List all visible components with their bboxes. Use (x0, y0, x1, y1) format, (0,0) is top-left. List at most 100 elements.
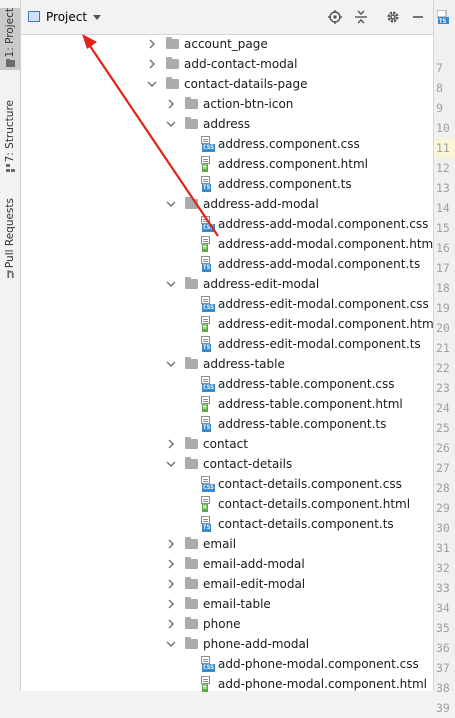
css-file-icon: CSS (201, 216, 215, 232)
tree-row[interactable]: phone (165, 614, 241, 634)
tree-row[interactable]: contact-details (165, 454, 292, 474)
tree-row[interactable]: email-add-modal (165, 554, 305, 574)
tree-row[interactable]: email (165, 534, 236, 554)
chevron-down-icon[interactable] (165, 118, 177, 130)
tree-row[interactable]: TS address-add-modal.component.ts (201, 254, 420, 274)
chevron-right-icon[interactable] (165, 558, 177, 570)
tree-item-label: address-edit-modal.component.html (218, 317, 438, 331)
sidebar-tab-structure[interactable]: 7: Structure (0, 100, 20, 176)
tree-row[interactable]: CSS add-phone-modal.component.css (201, 654, 419, 674)
chevron-down-icon[interactable] (165, 278, 177, 290)
line-number: 16 (436, 241, 450, 255)
chevron-down-icon[interactable] (165, 358, 177, 370)
tree-item-label: address-add-modal.component.css (218, 217, 429, 231)
tree-row[interactable]: CSS address-edit-modal.component.css (201, 294, 429, 314)
chevron-right-icon[interactable] (146, 38, 158, 50)
tree-row[interactable]: TS contact-details.component.ts (201, 514, 394, 534)
line-number: 11 (434, 138, 455, 158)
tree-row[interactable]: TS address-edit-modal.component.ts (201, 334, 421, 354)
line-number: 33 (436, 581, 450, 595)
css-file-icon: CSS (201, 376, 215, 392)
tree-item-label: address-edit-modal.component.ts (218, 337, 421, 351)
ts-file-icon: TS (201, 516, 215, 532)
editor-gutter: TS 7 8 9 10 11 12 13 14 15 16 17 18 19 20 21 22 23 24 25 26… (433, 0, 455, 715)
folder-icon (185, 597, 198, 609)
tree-row[interactable]: TS address.component.ts (201, 174, 352, 194)
folder-icon (185, 537, 198, 549)
line-number: 20 (436, 321, 450, 335)
tree-row[interactable]: CSS address-table.component.css (201, 374, 394, 394)
pull-request-icon (6, 270, 14, 279)
tree-row[interactable]: account_page (146, 34, 268, 54)
tree-row[interactable]: address-edit-modal (165, 274, 319, 294)
folder-icon (185, 617, 198, 629)
chevron-down-icon[interactable] (165, 458, 177, 470)
line-number: 13 (436, 181, 450, 195)
tree-item-label: add-phone-modal.component.css (218, 657, 419, 671)
tree-row[interactable]: email-edit-modal (165, 574, 305, 594)
line-number: 38 (436, 681, 450, 695)
line-number: 17 (436, 261, 450, 275)
sidebar-tab-label: Pull Requests (4, 198, 16, 269)
sidebar-tab-pull-requests[interactable]: Pull Requests (0, 198, 20, 282)
tree-item-label: address-edit-modal (203, 277, 320, 291)
line-number: 35 (436, 621, 450, 635)
chevron-down-icon[interactable] (165, 198, 177, 210)
tree-row[interactable]: Haddress.component.html (201, 154, 368, 174)
css-file-icon: CSS (201, 656, 215, 672)
chevron-right-icon[interactable] (165, 538, 177, 550)
tree-row[interactable]: TS address-table.component.ts (201, 414, 386, 434)
collapse-all-icon[interactable] (353, 9, 369, 25)
tree-row[interactable]: Haddress-add-modal.component.html (201, 234, 437, 254)
hide-icon[interactable] (410, 9, 426, 25)
tree-row[interactable]: action-btn-icon (165, 94, 293, 114)
folder-icon (185, 277, 198, 289)
line-number: 31 (436, 541, 450, 555)
html-file-icon: H (201, 236, 215, 252)
tree-row[interactable]: CSS address.component.css (201, 134, 360, 154)
chevron-right-icon[interactable] (146, 58, 158, 70)
tree-item-label: account_page (184, 37, 268, 51)
tree-row[interactable]: Hadd-phone-modal.component.html (201, 674, 427, 694)
line-number: 9 (436, 101, 443, 115)
sidebar-tab-label: 1: Project (4, 8, 16, 58)
chevron-right-icon[interactable] (165, 98, 177, 110)
line-number: 29 (436, 501, 450, 515)
chevron-right-icon[interactable] (165, 578, 177, 590)
locate-icon[interactable] (327, 9, 343, 25)
tree-row[interactable]: email-table (165, 594, 271, 614)
chevron-right-icon[interactable] (165, 618, 177, 630)
sidebar-tab-project[interactable]: 1: Project (0, 8, 20, 70)
line-number: 10 (436, 121, 450, 135)
gear-icon[interactable] (385, 9, 401, 25)
project-view-title[interactable]: Project (46, 10, 87, 24)
line-number: 27 (436, 461, 450, 475)
tree-row[interactable]: contact-datails-page (146, 74, 308, 94)
tree-row[interactable]: contact (165, 434, 248, 454)
tree-row[interactable]: CSS contact-details.component.css (201, 474, 402, 494)
css-file-icon: CSS (201, 476, 215, 492)
tree-row[interactable]: address-add-modal (165, 194, 319, 214)
tree-item-label: add-phone-modal.component.html (218, 677, 427, 691)
line-number: 7 (436, 61, 443, 75)
chevron-down-icon[interactable] (146, 78, 158, 90)
tree-row[interactable]: Haddress-table.component.html (201, 394, 403, 414)
chevron-right-icon[interactable] (165, 598, 177, 610)
tree-row[interactable]: address-table (165, 354, 285, 374)
chevron-down-icon[interactable] (165, 638, 177, 650)
line-number: 30 (436, 521, 450, 535)
tree-row[interactable]: Haddress-edit-modal.component.html (201, 314, 437, 334)
tree-row[interactable]: Hcontact-details.component.html (201, 494, 410, 514)
line-number: 18 (436, 281, 450, 295)
chevron-right-icon[interactable] (165, 438, 177, 450)
ts-file-icon: TS (201, 256, 215, 272)
tree-row[interactable]: phone-add-modal (165, 634, 309, 654)
chevron-down-icon[interactable] (93, 15, 101, 20)
folder-icon (185, 97, 198, 109)
tree-item-label: contact-details (203, 457, 293, 471)
tree-row[interactable]: CSS address-add-modal.component.css (201, 214, 428, 234)
tree-row[interactable]: add-contact-modal (146, 54, 298, 74)
line-number: 12 (436, 161, 450, 175)
tree-row[interactable]: address (165, 114, 250, 134)
line-number: 32 (436, 561, 450, 575)
